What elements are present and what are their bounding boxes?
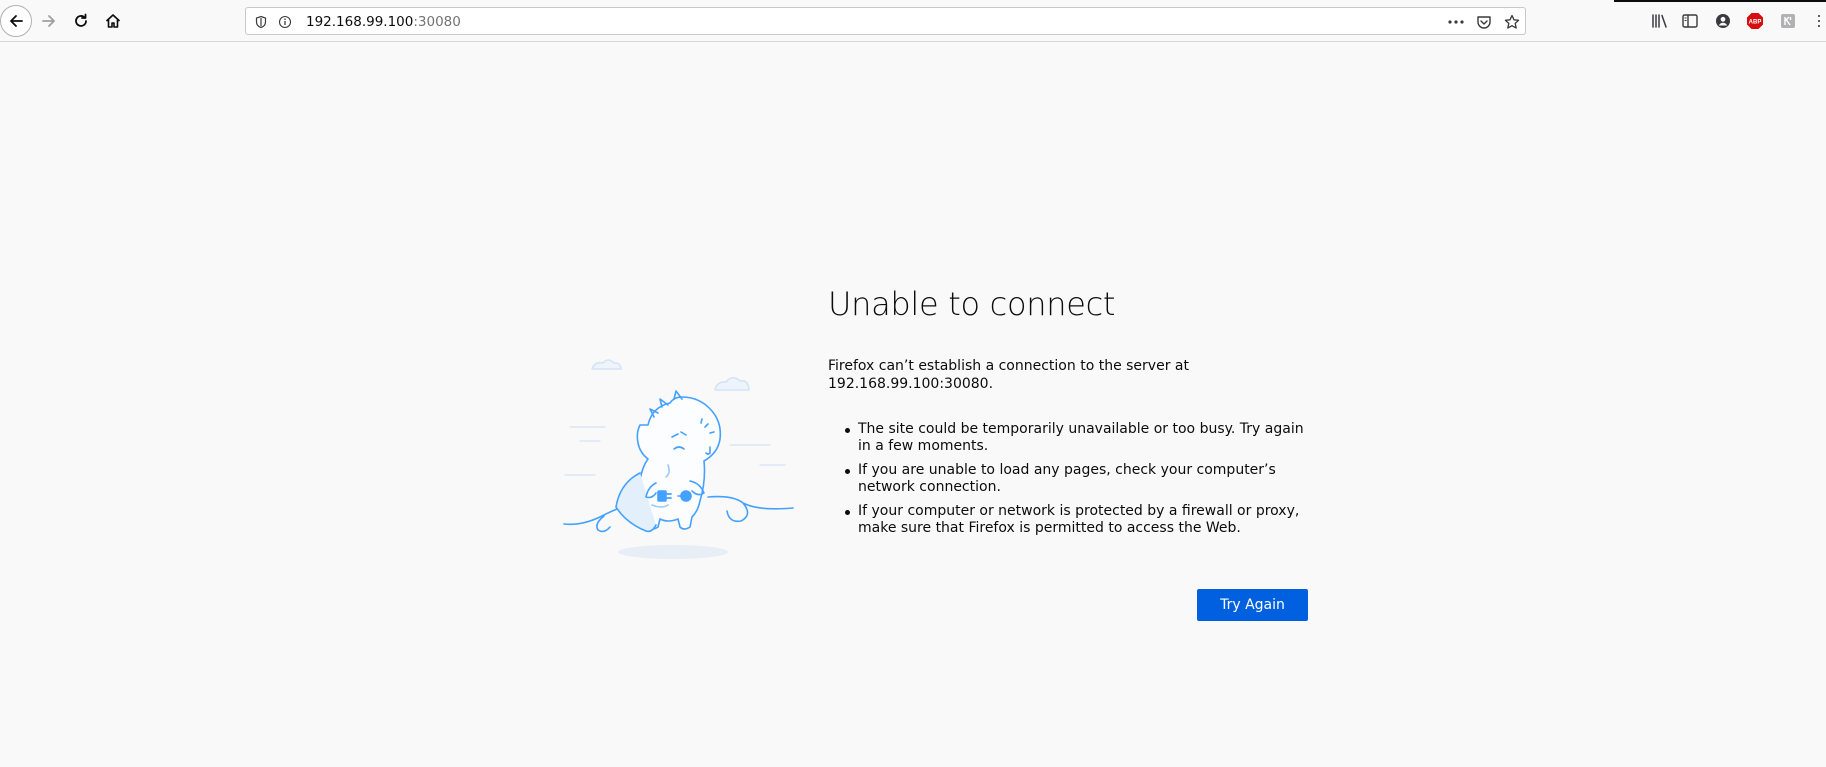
adblock-label: ABP [1749, 20, 1762, 26]
reload-icon [75, 13, 87, 27]
reload-button[interactable] [65, 5, 97, 37]
home-icon [105, 14, 121, 28]
library-icon[interactable] [1650, 11, 1670, 31]
list-item: The site could be temporarily unavailabl… [845, 421, 1308, 455]
error-description: Firefox can’t establish a connection to … [828, 358, 1189, 392]
adblock-plus-icon[interactable]: ABP [1745, 11, 1765, 31]
try-again-button[interactable]: Try Again [1197, 589, 1308, 621]
overflow-menu-icon[interactable] [1812, 11, 1826, 31]
page-actions-menu-icon[interactable] [1447, 13, 1465, 31]
browser-toolbar: 192.168.99.100:30080 ABP [0, 0, 1826, 42]
error-suggestions-list: The site could be temporarily unavailabl… [845, 421, 1308, 544]
account-icon[interactable] [1713, 11, 1733, 31]
tracking-protection-shield-icon[interactable] [252, 13, 270, 31]
url-text[interactable]: 192.168.99.100:30080 [306, 14, 461, 30]
unplugged-dino-illustration [563, 359, 794, 559]
back-button[interactable] [0, 5, 32, 37]
list-item: If your computer or network is protected… [845, 503, 1308, 537]
url-bar[interactable]: 192.168.99.100:30080 [245, 7, 1526, 35]
list-item: If you are unable to load any pages, che… [845, 462, 1308, 496]
window-edge [1614, 0, 1826, 2]
home-button[interactable] [97, 5, 129, 37]
back-arrow-icon [10, 15, 23, 27]
bookmark-star-icon[interactable] [1503, 13, 1521, 31]
url-port: :30080 [413, 14, 461, 30]
forward-button[interactable] [33, 5, 65, 37]
sidebar-toggle-icon[interactable] [1680, 11, 1700, 31]
site-info-icon[interactable] [276, 13, 294, 31]
forward-arrow-icon [42, 15, 55, 27]
extension-icon[interactable] [1778, 11, 1798, 31]
error-title: Unable to connect [828, 285, 1116, 323]
pocket-icon[interactable] [1475, 13, 1493, 31]
url-host: 192.168.99.100 [306, 14, 414, 30]
